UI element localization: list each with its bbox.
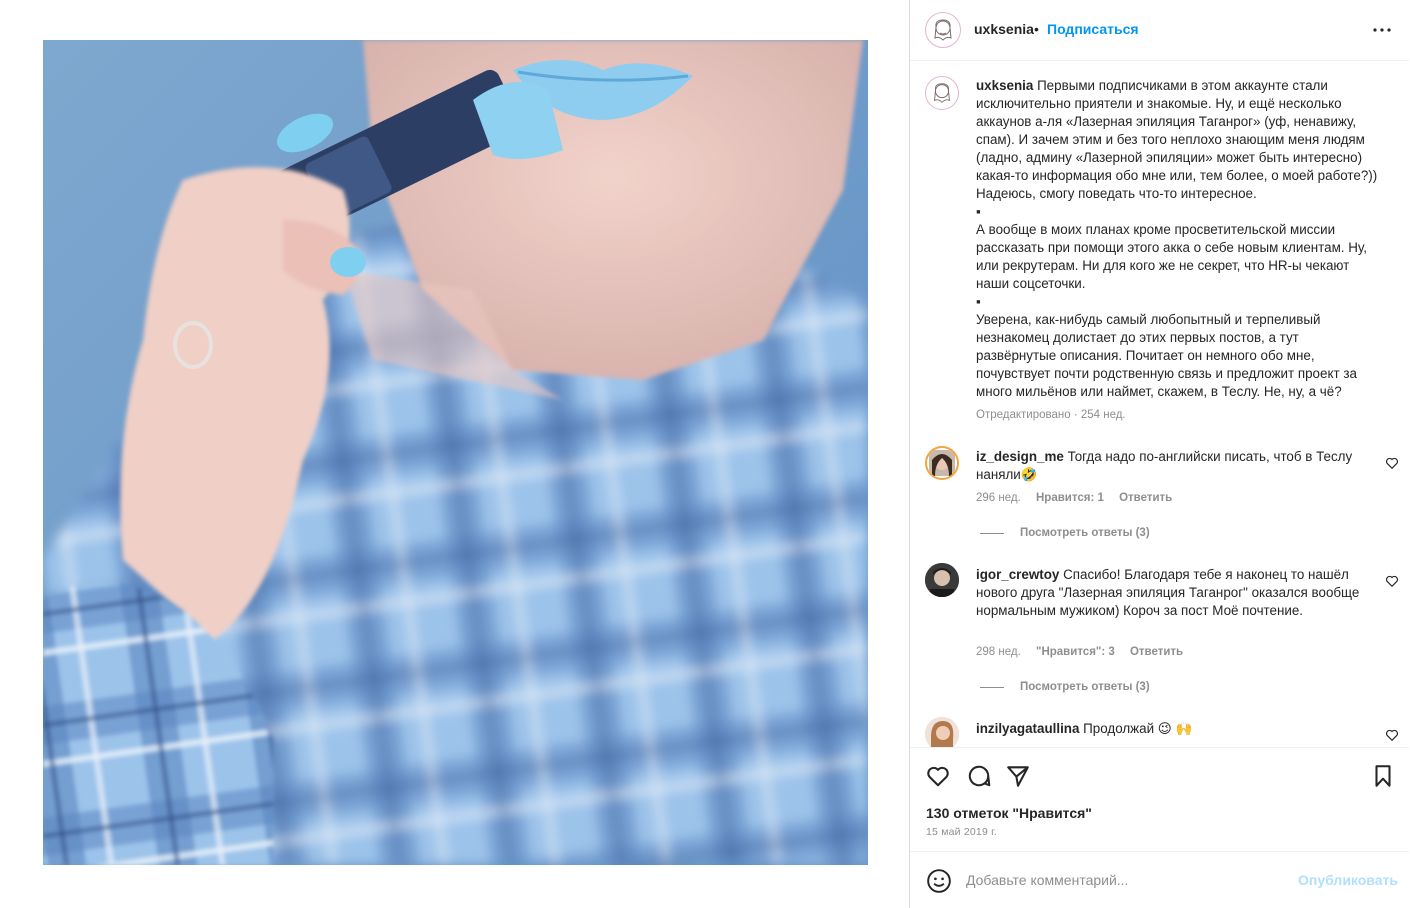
comment-meta: 296 нед. Нравится: 1 Ответить bbox=[976, 492, 1184, 504]
view-replies-label: Посмотреть ответы (3) bbox=[1020, 681, 1150, 693]
follow-button[interactable]: Подписаться bbox=[1047, 21, 1139, 37]
author-avatar-illustration bbox=[934, 19, 952, 41]
comment-username[interactable]: inzilyagataullina bbox=[976, 721, 1079, 736]
add-comment-bar: Опубликовать bbox=[910, 851, 1409, 908]
caption-author-avatar[interactable] bbox=[925, 76, 959, 110]
comment-body: Продолжай 😉 🙌 bbox=[1083, 721, 1193, 736]
comment-avatar-photo bbox=[925, 717, 959, 747]
comment-avatar-photo bbox=[925, 563, 959, 597]
comment-time: 296 нед. bbox=[976, 492, 1021, 504]
post-date: 15 май 2019 г. bbox=[926, 826, 997, 838]
view-replies-button[interactable]: Посмотреть ответы (3) bbox=[980, 681, 1150, 693]
caption-avatar-illustration bbox=[934, 83, 950, 103]
comment-heart-icon[interactable] bbox=[1385, 456, 1399, 470]
send-icon[interactable] bbox=[1005, 763, 1031, 789]
comment-text: igor_crewtoy Спасибо! Благодаря тебе я н… bbox=[976, 566, 1381, 620]
comment-meta: 298 нед. "Нравится": 3 Ответить bbox=[976, 646, 1195, 658]
comment-icon[interactable] bbox=[966, 763, 992, 789]
post-photo-image bbox=[43, 40, 868, 865]
emoji-icon[interactable] bbox=[926, 868, 952, 894]
comment-username[interactable]: igor_crewtoy bbox=[976, 567, 1059, 582]
caption-bullet-2: ▪ bbox=[976, 294, 981, 309]
caption-paragraph-3: Уверена, как-нибудь самый любопытный и т… bbox=[976, 312, 1357, 399]
comment-username[interactable]: iz_design_me bbox=[976, 449, 1064, 464]
replies-divider bbox=[980, 686, 1004, 688]
caption-username[interactable]: uxksenia bbox=[976, 78, 1033, 93]
replies-divider bbox=[980, 532, 1004, 534]
comment-text: iz_design_me Тогда надо по-английски пис… bbox=[976, 448, 1381, 484]
post-caption: uxksenia Первыми подписчиками в этом акк… bbox=[976, 77, 1381, 401]
comment-text: inzilyagataullina Продолжай 😉 🙌 bbox=[976, 720, 1381, 738]
caption-paragraph-1: Первыми подписчиками в этом аккаунте ста… bbox=[976, 78, 1378, 201]
caption-paragraph-2: А вообще в моих планах кроме просветител… bbox=[976, 222, 1367, 291]
comment-avatar[interactable] bbox=[925, 717, 959, 747]
comment-heart-icon[interactable] bbox=[1385, 574, 1399, 588]
caption-bullet-1: ▪ bbox=[976, 204, 981, 219]
likes-count[interactable]: 130 отметок "Нравится" bbox=[926, 805, 1092, 821]
author-avatar[interactable] bbox=[925, 12, 961, 48]
view-replies-label: Посмотреть ответы (3) bbox=[1020, 527, 1150, 539]
author-username[interactable]: uxksenia bbox=[974, 21, 1034, 37]
comments-list[interactable]: uxksenia Первыми подписчиками в этом акк… bbox=[910, 62, 1409, 747]
comment-heart-icon[interactable] bbox=[1385, 728, 1399, 742]
view-replies-button[interactable]: Посмотреть ответы (3) bbox=[980, 527, 1150, 539]
more-horizontal-icon[interactable] bbox=[1370, 18, 1394, 42]
comment-avatar-photo bbox=[929, 450, 955, 476]
publish-button[interactable]: Опубликовать bbox=[1298, 872, 1398, 888]
caption-meta: Отредактировано · 254 нед. bbox=[976, 409, 1126, 421]
header-separator: • bbox=[1034, 21, 1039, 37]
reply-button[interactable]: Ответить bbox=[1130, 646, 1183, 658]
comment-input[interactable] bbox=[966, 868, 1286, 892]
bookmark-icon[interactable] bbox=[1370, 763, 1396, 789]
comment-avatar[interactable] bbox=[925, 563, 959, 597]
post-dialog: uxksenia • Подписаться uxksenia Первыми … bbox=[0, 0, 1410, 908]
comment-likes[interactable]: "Нравится": 3 bbox=[1036, 646, 1115, 658]
comment-time: 298 нед. bbox=[976, 646, 1021, 658]
comment-likes[interactable]: Нравится: 1 bbox=[1036, 492, 1104, 504]
post-photo[interactable] bbox=[43, 40, 868, 865]
comment-avatar[interactable] bbox=[925, 446, 959, 480]
photo-panel bbox=[0, 0, 909, 908]
post-header: uxksenia • Подписаться bbox=[910, 0, 1409, 61]
reply-button[interactable]: Ответить bbox=[1119, 492, 1172, 504]
post-side-panel: uxksenia • Подписаться uxksenia Первыми … bbox=[909, 0, 1410, 908]
heart-icon[interactable] bbox=[925, 763, 951, 789]
post-actions: 130 отметок "Нравится" 15 май 2019 г. bbox=[910, 747, 1409, 865]
